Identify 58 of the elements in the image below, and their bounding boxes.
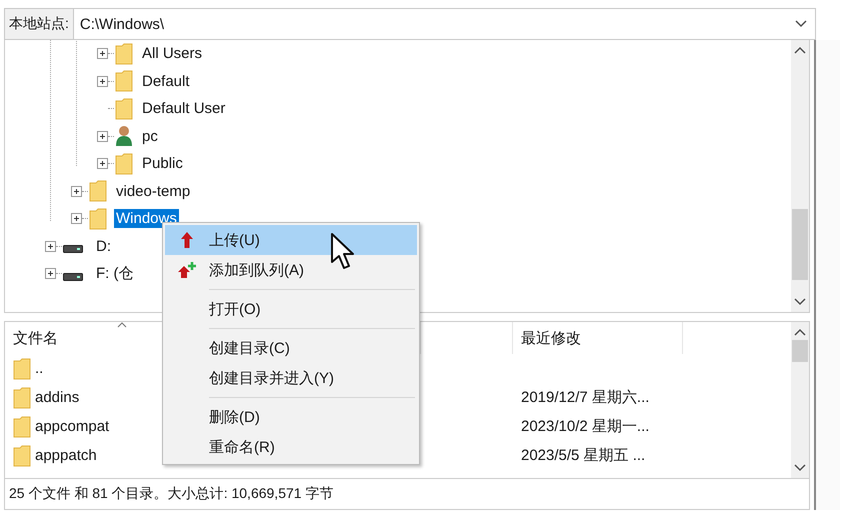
file-name[interactable]: appcompat (35, 418, 110, 436)
expand-icon[interactable] (97, 158, 108, 170)
drive-icon (63, 245, 83, 254)
user-icon (115, 125, 133, 148)
site-label: 本地站点: (5, 9, 74, 39)
drive-icon (63, 272, 83, 281)
expand-icon[interactable] (45, 240, 56, 252)
expand-icon[interactable] (97, 76, 108, 87)
column-header[interactable]: 最近修改 (521, 328, 581, 348)
file-name[interactable]: .. (35, 360, 44, 378)
expand-icon[interactable] (71, 186, 82, 197)
tree-item[interactable]: video-temp (114, 182, 192, 201)
expand-icon[interactable] (71, 213, 82, 224)
mouse-pointer-icon (330, 232, 356, 272)
menu-item[interactable]: 上传(U) (165, 225, 417, 255)
expand-icon[interactable] (45, 268, 56, 280)
menu-item[interactable]: 创建目录并进入(Y) (165, 363, 417, 393)
modified-date: 2023/10/2 星期一... (521, 418, 650, 436)
scroll-up-icon[interactable] (794, 46, 806, 54)
modified-date: 2019/12/7 星期六... (521, 389, 650, 406)
folder-icon (89, 208, 107, 230)
file-name[interactable]: apppatch (35, 447, 97, 464)
folder-icon (115, 98, 133, 120)
folder-icon (13, 358, 31, 380)
folder-icon (115, 70, 133, 92)
folder-icon (13, 386, 31, 409)
tree-item[interactable]: Default User (140, 99, 228, 118)
menu-item[interactable]: 删除(D) (165, 402, 417, 432)
tree-item[interactable]: pc (140, 126, 160, 146)
folder-icon (13, 444, 31, 467)
menu-item[interactable]: 创建目录(C) (165, 333, 417, 363)
menu-item[interactable]: 添加到队列(A) (165, 255, 417, 285)
chevron-down-icon (795, 20, 807, 28)
tree-item[interactable]: Default (140, 72, 192, 91)
tree-item[interactable]: Public (140, 154, 185, 174)
scroll-up-icon[interactable] (794, 328, 806, 336)
file-name[interactable]: addins (35, 389, 80, 406)
add-arrow-icon (177, 261, 197, 279)
scrollbar-thumb[interactable] (792, 209, 808, 280)
folder-icon (89, 180, 107, 202)
upload-arrow-icon (180, 231, 194, 249)
column-header[interactable]: 文件名 (13, 328, 58, 348)
modified-date: 2023/5/5 星期五 ... (521, 447, 646, 464)
scroll-down-icon[interactable] (794, 298, 806, 306)
tree-item[interactable]: D: (94, 236, 113, 256)
scrollbar-thumb[interactable] (792, 340, 808, 362)
tree-item[interactable]: Windows (114, 209, 179, 228)
status-bar: 25 个文件 和 81 个目录。大小总计: 10,669,571 字节 (4, 479, 810, 510)
folder-icon (115, 42, 133, 65)
tree-item[interactable]: F: (仓 (94, 263, 136, 284)
menu-item[interactable]: 重命名(R) (165, 432, 417, 462)
folder-icon (13, 416, 31, 438)
scroll-down-icon[interactable] (794, 464, 806, 472)
folder-icon (115, 152, 133, 175)
expand-icon[interactable] (97, 130, 108, 142)
tree-item[interactable]: All Users (140, 44, 204, 64)
expand-icon[interactable] (97, 48, 108, 60)
menu-item[interactable]: 打开(O) (165, 294, 417, 324)
